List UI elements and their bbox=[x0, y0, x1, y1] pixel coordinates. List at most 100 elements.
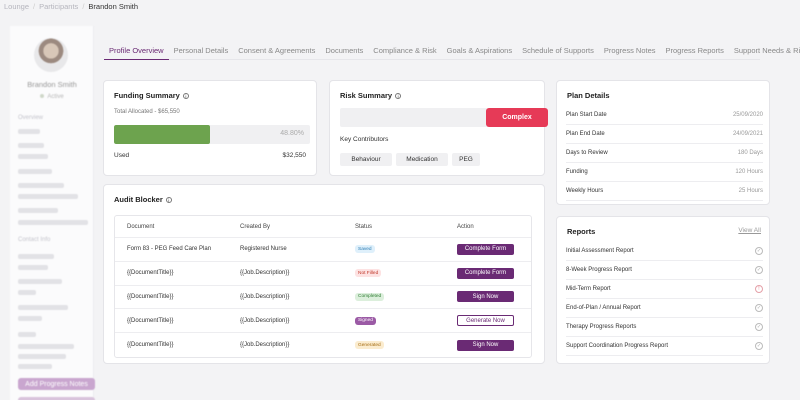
profile-tabs: Profile Overview Personal Details Consen… bbox=[104, 40, 800, 60]
tab-progress-notes[interactable]: Progress Notes bbox=[599, 40, 661, 60]
created-by-cell: {{Job.Description}} bbox=[240, 342, 290, 349]
tab-schedule-of-supports[interactable]: Schedule of Supports bbox=[517, 40, 599, 60]
placeholder-line bbox=[18, 254, 54, 259]
column-header: Status bbox=[355, 223, 373, 230]
placeholder-line bbox=[18, 154, 48, 159]
tab-profile-overview[interactable]: Profile Overview bbox=[104, 40, 169, 60]
action-cell: Sign Now bbox=[457, 333, 514, 357]
complete-form-button[interactable]: Complete Form bbox=[457, 267, 514, 279]
plan-row: Plan End Date 24/09/2021 bbox=[566, 125, 763, 144]
tab-personal-details[interactable]: Personal Details bbox=[169, 40, 234, 60]
tab-goals-aspirations[interactable]: Goals & Aspirations bbox=[442, 40, 517, 60]
status-cell: Not Filled bbox=[355, 262, 382, 285]
check-icon: ✓ bbox=[755, 266, 763, 274]
status-cell: Generated bbox=[355, 333, 384, 357]
placeholder-line bbox=[18, 344, 74, 349]
sidebar-item-contact-info[interactable]: Contact Info bbox=[18, 237, 50, 243]
key-contributors-label: Key Contributors bbox=[340, 136, 389, 143]
created-by-cell: {{Job.Description}} bbox=[240, 293, 290, 300]
action-cell: Complete Form bbox=[457, 262, 514, 285]
status-cell: Signed bbox=[355, 309, 376, 332]
tab-progress-reports[interactable]: Progress Reports bbox=[661, 40, 729, 60]
generate-now-button[interactable]: Generate Now bbox=[457, 315, 514, 327]
tab-support-needs[interactable]: Support Needs & Risk Profile bbox=[729, 40, 800, 60]
breadcrumb-separator: / bbox=[33, 1, 36, 11]
card-title: Funding Summary i bbox=[114, 91, 189, 100]
table-row: {{DocumentTitle}} {{Job.Description}} Co… bbox=[115, 286, 531, 310]
tab-compliance-risk[interactable]: Compliance & Risk bbox=[368, 40, 441, 60]
status-badge: Not Filled bbox=[355, 269, 382, 278]
risk-summary-card: Risk Summary i Complex Key Contributors B… bbox=[329, 80, 548, 176]
placeholder-line bbox=[18, 129, 40, 134]
report-item[interactable]: Therapy Progress Reports ✓ bbox=[566, 318, 763, 337]
placeholder-line bbox=[18, 265, 48, 270]
report-item[interactable]: Mid-Term Report! bbox=[566, 280, 763, 299]
breadcrumb: Lounge / Participants / Brandon Smith bbox=[0, 0, 800, 12]
check-icon: ✓ bbox=[755, 247, 763, 255]
placeholder-line bbox=[18, 208, 58, 213]
participant-name: Brandon Smith bbox=[27, 80, 77, 89]
created-by-cell: Registered Nurse bbox=[240, 246, 287, 253]
check-icon: ✓ bbox=[755, 323, 763, 331]
report-item[interactable]: End-of-Plan / Annual Report ✓ bbox=[566, 299, 763, 318]
tab-consent-agreements[interactable]: Consent & Agreements bbox=[233, 40, 320, 60]
document-cell: {{DocumentTitle}} bbox=[127, 317, 174, 324]
action-cell: Generate Now bbox=[457, 309, 514, 332]
funding-summary-card: Funding Summary i Total Allocated - $65,5… bbox=[103, 80, 317, 176]
status-dot-icon bbox=[40, 94, 45, 98]
breadcrumb-root[interactable]: Lounge bbox=[4, 2, 29, 11]
sign-now-button[interactable]: Sign Now bbox=[457, 291, 514, 303]
funding-progress-fill bbox=[114, 125, 210, 144]
funding-progress-bar: 48.80% bbox=[114, 125, 310, 144]
plan-row: Days to Review 180 Days bbox=[566, 144, 763, 163]
table-row: {{DocumentTitle}} {{Job.Description}} No… bbox=[115, 262, 531, 286]
placeholder-line bbox=[18, 305, 68, 310]
plan-details-card: Plan Details Plan Start Date 25/09/2020 P… bbox=[556, 80, 770, 205]
action-cell: Sign Now bbox=[457, 286, 514, 309]
status-badge: Generated bbox=[355, 341, 384, 350]
placeholder-line bbox=[18, 169, 52, 174]
report-item[interactable]: Initial Assessment Report ✓ bbox=[566, 242, 763, 261]
placeholder-line bbox=[18, 290, 36, 295]
audit-blocker-card: Audit Blocker i Document Created By Statu… bbox=[103, 184, 545, 364]
risk-level-badge[interactable]: Complex bbox=[486, 108, 548, 127]
complete-form-button[interactable]: Complete Form bbox=[457, 243, 514, 255]
placeholder-line bbox=[18, 364, 52, 369]
document-cell: {{DocumentTitle}} bbox=[127, 270, 174, 277]
breadcrumb-current: Brandon Smith bbox=[88, 1, 139, 11]
table-row: {{DocumentTitle}} {{Job.Description}} Ge… bbox=[115, 333, 531, 357]
status-badge: Saved bbox=[355, 245, 375, 254]
placeholder-line bbox=[18, 143, 44, 148]
info-icon[interactable]: i bbox=[165, 196, 172, 203]
card-title: Plan Details bbox=[567, 91, 610, 100]
action-cell: Complete Form bbox=[457, 238, 514, 261]
card-title: Reports bbox=[567, 227, 596, 236]
chevron-right-icon[interactable]: › bbox=[757, 45, 760, 55]
breadcrumb-separator: / bbox=[82, 1, 85, 11]
report-item[interactable]: 8-Week Progress Report ✓ bbox=[566, 261, 763, 280]
breadcrumb-parent[interactable]: Participants bbox=[39, 2, 78, 11]
audit-table: Document Created By Status Action Form 8… bbox=[114, 215, 532, 358]
sign-now-button[interactable]: Sign Now bbox=[457, 339, 514, 351]
view-all-link[interactable]: View All bbox=[738, 227, 761, 234]
placeholder-line bbox=[18, 194, 78, 199]
status-badge: Signed bbox=[355, 316, 376, 325]
info-icon[interactable]: i bbox=[182, 92, 189, 99]
document-cell: Form 83 - PEG Feed Care Plan bbox=[127, 246, 212, 253]
funding-percent: 48.80% bbox=[280, 130, 304, 137]
add-progress-notes-button[interactable]: Add Progress Notes bbox=[18, 378, 95, 390]
info-icon[interactable]: i bbox=[395, 92, 402, 99]
column-header: Created By bbox=[240, 223, 271, 230]
report-item[interactable]: Support Coordination Progress Report ✓ bbox=[566, 337, 763, 356]
placeholder-line bbox=[18, 183, 64, 188]
placeholder-line bbox=[18, 354, 66, 359]
status-cell: Completed bbox=[355, 286, 385, 309]
column-header: Action bbox=[457, 223, 474, 230]
placeholder-line bbox=[18, 332, 36, 337]
card-title: Audit Blocker i bbox=[114, 195, 172, 204]
plan-row: Plan Start Date 25/09/2020 bbox=[566, 106, 763, 125]
sidebar-item-overview[interactable]: Overview bbox=[18, 115, 43, 121]
status-badge: Completed bbox=[355, 292, 385, 301]
status-cell: Saved bbox=[355, 238, 375, 261]
tab-documents[interactable]: Documents bbox=[320, 40, 368, 60]
